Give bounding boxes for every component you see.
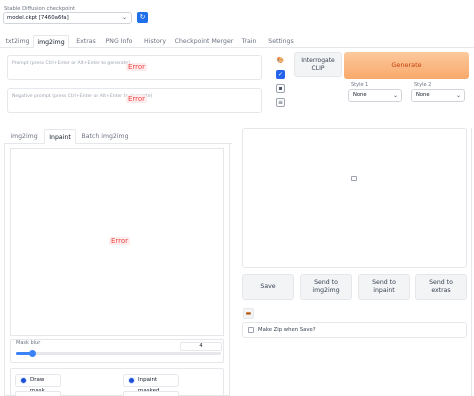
tab-extras[interactable]: Extras <box>72 35 100 48</box>
paint-palette-icon[interactable]: 🎨 <box>276 56 285 65</box>
image-placeholder-icon <box>351 176 357 181</box>
mask-blur-number-input[interactable]: 4 <box>180 342 222 351</box>
send-to-extras-button[interactable]: Send to extras <box>415 274 467 300</box>
make-zip-label: Make Zip when Save? <box>258 327 316 333</box>
mask-blur-label: Mask blur <box>16 340 41 346</box>
style2-select[interactable]: None ⌄ <box>411 89 465 102</box>
radio-selected-icon <box>20 377 27 384</box>
checkbox-icon[interactable]: ✓ <box>276 70 285 79</box>
radio-inpaint-masked[interactable]: Inpaint masked <box>123 374 179 394</box>
open-folder-button[interactable]: ▬ <box>243 308 254 319</box>
style1-value: None <box>353 92 367 98</box>
radio-selected-icon <box>128 377 135 384</box>
style2-value: None <box>416 92 430 98</box>
style2-label: Style 2 <box>414 82 432 88</box>
output-gallery <box>242 128 467 268</box>
tab-history[interactable]: History <box>139 35 171 48</box>
tab-img2img[interactable]: img2img <box>33 35 69 48</box>
panel-border <box>471 128 472 396</box>
save-button[interactable]: Save <box>242 274 294 300</box>
mask-blur-slider-thumb[interactable] <box>29 350 36 357</box>
negative-prompt-error: Error <box>126 95 148 103</box>
save-icon[interactable]: ▪ <box>276 84 285 93</box>
tab-txt2img[interactable]: txt2img <box>3 35 32 48</box>
radio-row-partial <box>123 391 179 396</box>
prompt-placeholder: Prompt (press Ctrl+Enter or Alt+Enter to… <box>12 61 131 66</box>
subtab-batch-img2img[interactable]: Batch img2img <box>80 129 130 144</box>
interrogate-clip-button[interactable]: Interrogate CLIP <box>294 52 342 77</box>
tab-png-info[interactable]: PNG Info <box>103 35 135 48</box>
send-to-inpaint-button[interactable]: Send to inpaint <box>358 274 410 300</box>
tab-checkpoint-merger[interactable]: Checkpoint Merger <box>174 35 234 48</box>
canvas-error: Error <box>109 237 131 245</box>
send-to-img2img-button[interactable]: Send to img2img <box>300 274 352 300</box>
radio-draw-mask[interactable]: Draw mask <box>15 374 61 394</box>
generate-button[interactable]: Generate <box>344 52 469 79</box>
checkpoint-value: model.ckpt [7460a6fa] <box>7 15 69 21</box>
chevron-down-icon: ⌄ <box>455 92 461 99</box>
refresh-checkpoint-button[interactable]: ↻ <box>137 12 148 23</box>
clipboard-icon[interactable]: ≡ <box>276 98 285 107</box>
style1-label: Style 1 <box>351 82 369 88</box>
subtab-img2img[interactable]: img2img <box>7 129 41 144</box>
refresh-icon: ↻ <box>139 13 146 21</box>
tab-train[interactable]: Train <box>237 35 261 48</box>
chevron-down-icon: ⌄ <box>392 92 398 99</box>
mask-blur-slider[interactable] <box>16 352 221 355</box>
make-zip-checkbox[interactable] <box>248 327 254 333</box>
tab-settings[interactable]: Settings <box>265 35 297 48</box>
checkpoint-select[interactable]: model.ckpt [7460a6fa] ⌄ <box>3 12 132 24</box>
radio-row-partial <box>15 391 61 396</box>
folder-icon: ▬ <box>245 310 252 317</box>
style1-select[interactable]: None ⌄ <box>348 89 402 102</box>
subtab-inpaint[interactable]: Inpaint <box>44 129 76 144</box>
prompt-error: Error <box>126 63 148 71</box>
chevron-down-icon: ⌄ <box>121 14 127 21</box>
